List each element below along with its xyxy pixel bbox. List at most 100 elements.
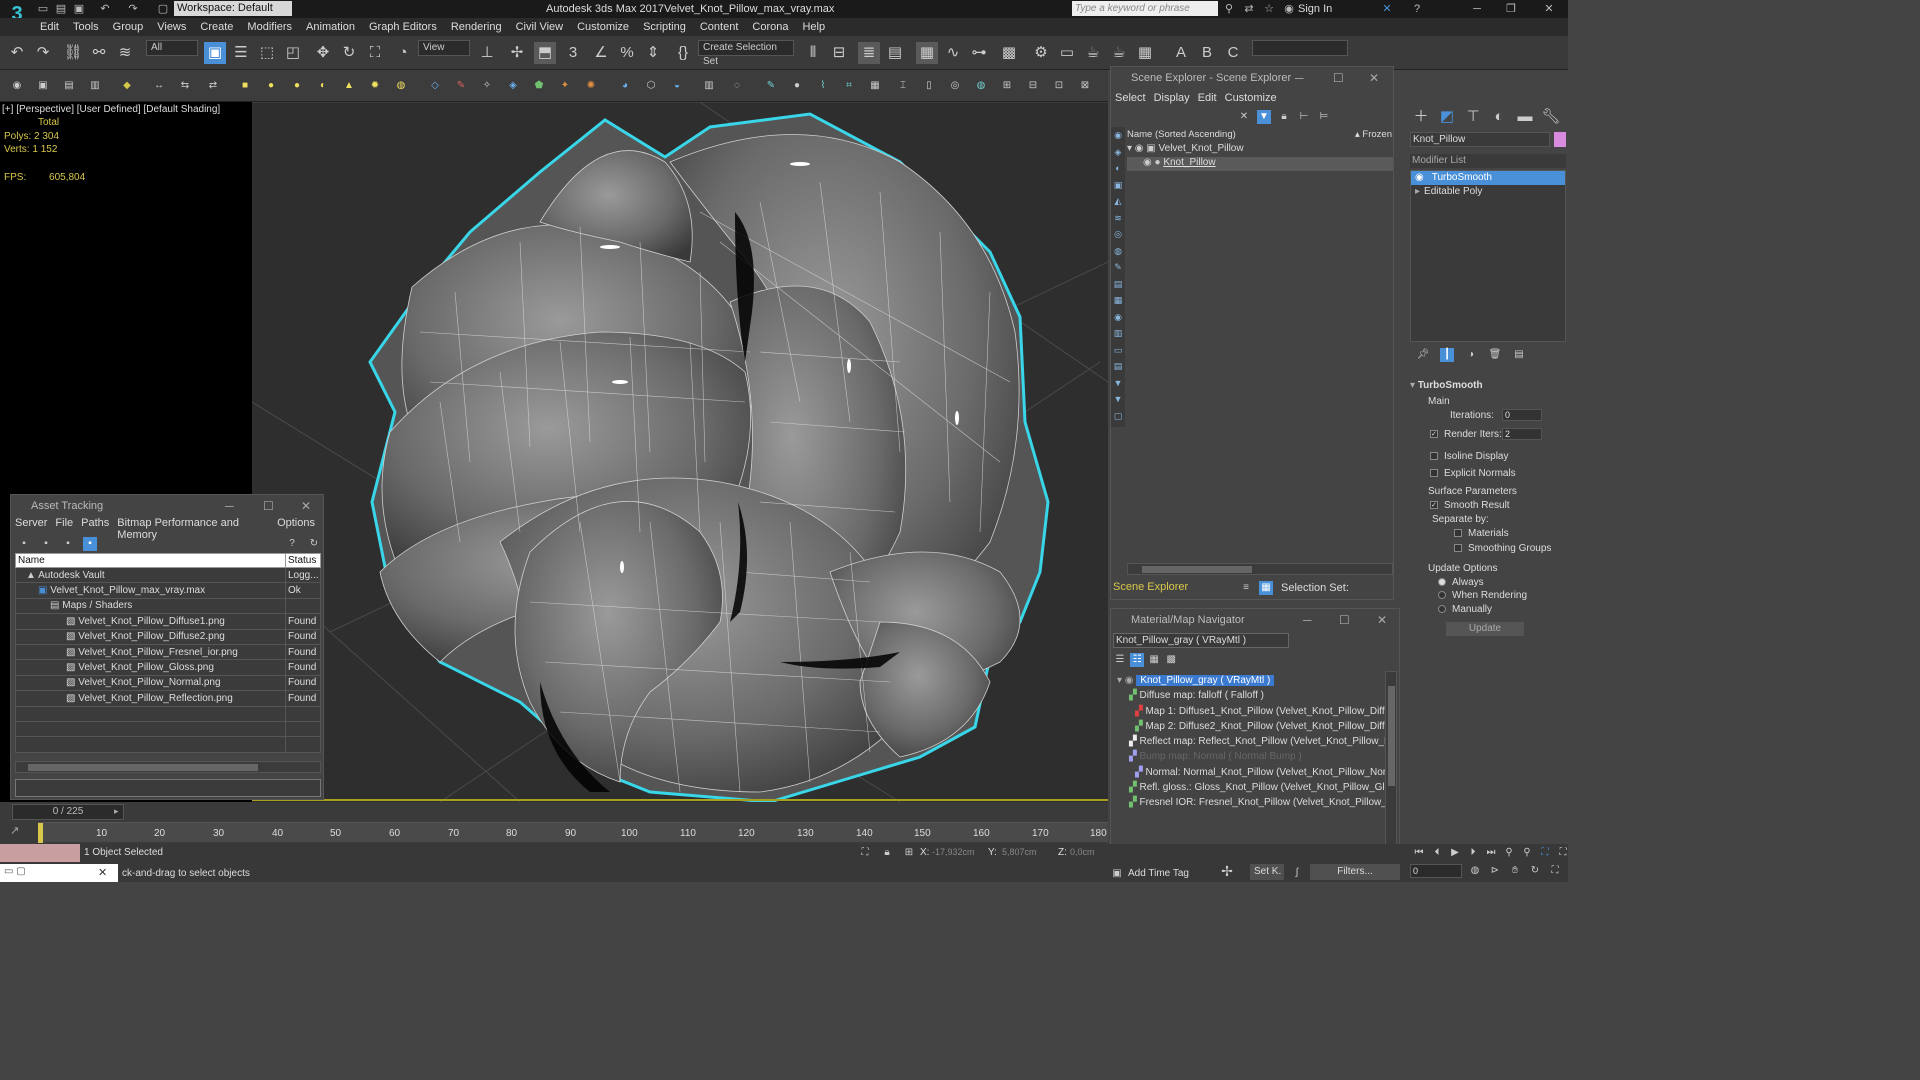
toolbar2-icon[interactable]: ✹ (368, 79, 382, 93)
zoom-extents-icon[interactable]: ⛶ (1538, 846, 1552, 860)
toolbar2-icon[interactable]: ▥ (88, 79, 102, 93)
save-icon[interactable]: ▣ (72, 2, 86, 16)
material-editor-icon[interactable]: ▩ (998, 42, 1020, 64)
table-row[interactable]: ▧ Velvet_Knot_Pillow_Fresnel_ior.png Foun… (15, 643, 321, 661)
maximize-icon[interactable]: ☐ (1333, 67, 1344, 89)
select-manipulate-icon[interactable]: ✢ (506, 42, 528, 64)
workspace-dropdown[interactable]: Workspace: Default (174, 1, 292, 16)
motion-tab-icon[interactable]: ◐ (1488, 106, 1510, 128)
toolbar2-icon[interactable]: ✧ (480, 79, 494, 93)
selection-filter-dropdown[interactable]: All (146, 40, 198, 56)
toolbar2-icon[interactable]: ↔ (152, 79, 166, 93)
zoom-region-icon[interactable]: ⛶ (1556, 846, 1570, 860)
add-time-tag[interactable]: Add Time Tag (1128, 868, 1189, 879)
toolbar2-icon[interactable]: ✎ (764, 79, 778, 93)
toolbar2-icon[interactable]: ▣ (36, 79, 50, 93)
toolbar-blank-dropdown[interactable] (1252, 40, 1348, 56)
material-tree-item[interactable]: ▞ Refl. gloss.: Gloss_Knot_Pillow (Velve… (1117, 780, 1387, 795)
show-end-result-icon[interactable]: ┃ (1440, 348, 1454, 362)
toolbar2-icon[interactable]: ◍ (974, 79, 988, 93)
rect-selection-icon[interactable]: ⬚ (256, 42, 278, 64)
absolute-mode-icon[interactable]: ⊞ (902, 846, 916, 860)
render-iters-spinner[interactable]: 2 (1502, 428, 1542, 440)
menu-item[interactable]: Animation (306, 21, 355, 33)
isoline-checkbox[interactable] (1430, 452, 1438, 461)
grid-icon[interactable]: ▦ (1134, 42, 1156, 64)
scene-explorer-toggle-icon[interactable]: ▦ (916, 42, 938, 64)
table-row[interactable]: ▧ Velvet_Knot_Pillow_Reflection.png Found (15, 690, 321, 707)
explicit-normals-checkbox[interactable] (1430, 469, 1438, 478)
large-icons-view-icon[interactable]: ▩ (1164, 653, 1178, 667)
window-crossing-icon[interactable]: ◰ (282, 42, 304, 64)
tree-item[interactable]: ▾ ◉ ▣ Velvet_Knot_Pillow (1127, 143, 1393, 157)
expand-icon[interactable]: ▸ (1411, 186, 1424, 197)
object-color-swatch[interactable] (1554, 132, 1566, 147)
close-icon[interactable]: ✕ (301, 495, 311, 517)
toolbar2-icon[interactable]: ● (264, 79, 278, 93)
menu-item[interactable]: Create (200, 21, 233, 33)
selection-lock-icon[interactable]: 🔒︎ (880, 846, 894, 860)
isolate-selection-icon[interactable]: ⛶ (858, 846, 872, 860)
menu-item[interactable]: Modifiers (247, 21, 292, 33)
column-header-status[interactable]: Status (285, 553, 321, 568)
vault-icon[interactable]: ▪ (17, 537, 31, 551)
minimize-icon[interactable]: ─ (1470, 2, 1484, 16)
toolbar2-icon[interactable]: ▲ (342, 79, 356, 93)
menu-item[interactable]: Group (113, 21, 144, 33)
toolbar2-icon[interactable]: ⌗ (842, 79, 856, 93)
pivot-icon[interactable]: ⊥ (476, 42, 498, 64)
menu-item[interactable]: Scripting (643, 21, 686, 33)
table-row[interactable]: ▣ Velvet_Knot_Pillow_max_vray.max Ok (15, 582, 321, 599)
menu-item[interactable]: Edit (1198, 89, 1217, 107)
toolbar2-icon[interactable]: ◍ (394, 79, 408, 93)
z-coord-field[interactable]: 0,0cm (1070, 846, 1106, 859)
menu-item[interactable]: Edit (40, 21, 59, 33)
layer-explorer-icon[interactable]: ≣ (858, 42, 880, 64)
stack-item[interactable]: ▸ Editable Poly (1411, 185, 1565, 199)
text-a-icon[interactable]: A (1170, 42, 1192, 64)
table-row[interactable]: ▲ Autodesk Vault Logg... (15, 566, 321, 584)
material-name-field[interactable]: Knot_Pillow_gray ( VRayMtl ) (1113, 633, 1289, 648)
material-tree-item[interactable]: ▞ Map 2: Diffuse2_Knot_Pillow (Velvet_Kn… (1117, 719, 1387, 734)
material-tree-item[interactable]: ▞ Normal: Normal_Knot_Pillow (Velvet_Kno… (1117, 765, 1387, 780)
menu-item[interactable]: Display (1154, 89, 1190, 107)
smooth-result-checkbox[interactable]: ✓ (1430, 501, 1438, 510)
always-row[interactable]: Always (1438, 577, 1484, 588)
toolbar2-icon[interactable]: ◒ (670, 79, 684, 93)
text-b-icon[interactable]: B (1196, 42, 1218, 64)
menu-item[interactable]: Graph Editors (369, 21, 437, 33)
modify-tab-icon[interactable]: ◩ (1436, 106, 1458, 128)
toolbar2-icon[interactable]: ⌇ (816, 79, 830, 93)
key-filters-button[interactable]: Filters... (1310, 864, 1400, 880)
horizontal-scrollbar[interactable] (1127, 563, 1393, 575)
maximize-icon[interactable]: ☐ (263, 495, 274, 517)
toolbar2-icon[interactable]: ⊞ (1000, 79, 1014, 93)
toolbar2-icon[interactable]: ✦ (558, 79, 572, 93)
help-icon[interactable]: ? (285, 537, 299, 551)
menu-item[interactable]: Tools (73, 21, 99, 33)
select-object-icon[interactable]: ▣ (204, 42, 226, 64)
make-unique-icon[interactable]: ◑ (1464, 348, 1478, 362)
keyboard-shortcut-icon[interactable]: ⬒ (534, 42, 556, 64)
table-row[interactable]: ▤ Maps / Shaders (15, 597, 321, 615)
display-tab-icon[interactable]: ▬ (1514, 106, 1536, 128)
lock-icon[interactable]: 🔒︎ (1277, 110, 1291, 124)
material-tree-item-disabled[interactable]: ▞ Bump map: Normal ( Normal Bump ) (1117, 749, 1387, 764)
user-icon[interactable]: ◉ (1282, 2, 1296, 16)
material-tree-item[interactable]: ▞ Reflect map: Reflect_Knot_Pillow (Velv… (1117, 734, 1387, 749)
mirror-icon[interactable]: ⫴ (802, 42, 824, 64)
toolbar2-icon[interactable]: ⊡ (1052, 79, 1066, 93)
when-rendering-radio[interactable] (1438, 591, 1446, 600)
undo-icon[interactable]: ↶ (6, 42, 28, 64)
toolbar2-icon[interactable]: ◇ (428, 79, 442, 93)
toolbar2-icon[interactable]: ◐ (316, 79, 330, 93)
list-view-icon[interactable]: ☰ (1113, 653, 1127, 667)
menu-item[interactable]: Rendering (451, 21, 502, 33)
vertical-scrollbar[interactable] (1385, 671, 1397, 855)
clear-filter-icon[interactable]: ✕ (1237, 110, 1251, 124)
toolbar2-icon[interactable]: ⇆ (178, 79, 192, 93)
pin-stack-icon[interactable]: 📌︎ (1416, 348, 1430, 362)
current-frame-field[interactable]: 0 (1410, 864, 1462, 878)
unlink-icon[interactable]: ⚯ (88, 42, 110, 64)
material-tree-root[interactable]: ▾ ◉ Knot_Pillow_gray ( VRayMtl ) (1117, 673, 1387, 688)
